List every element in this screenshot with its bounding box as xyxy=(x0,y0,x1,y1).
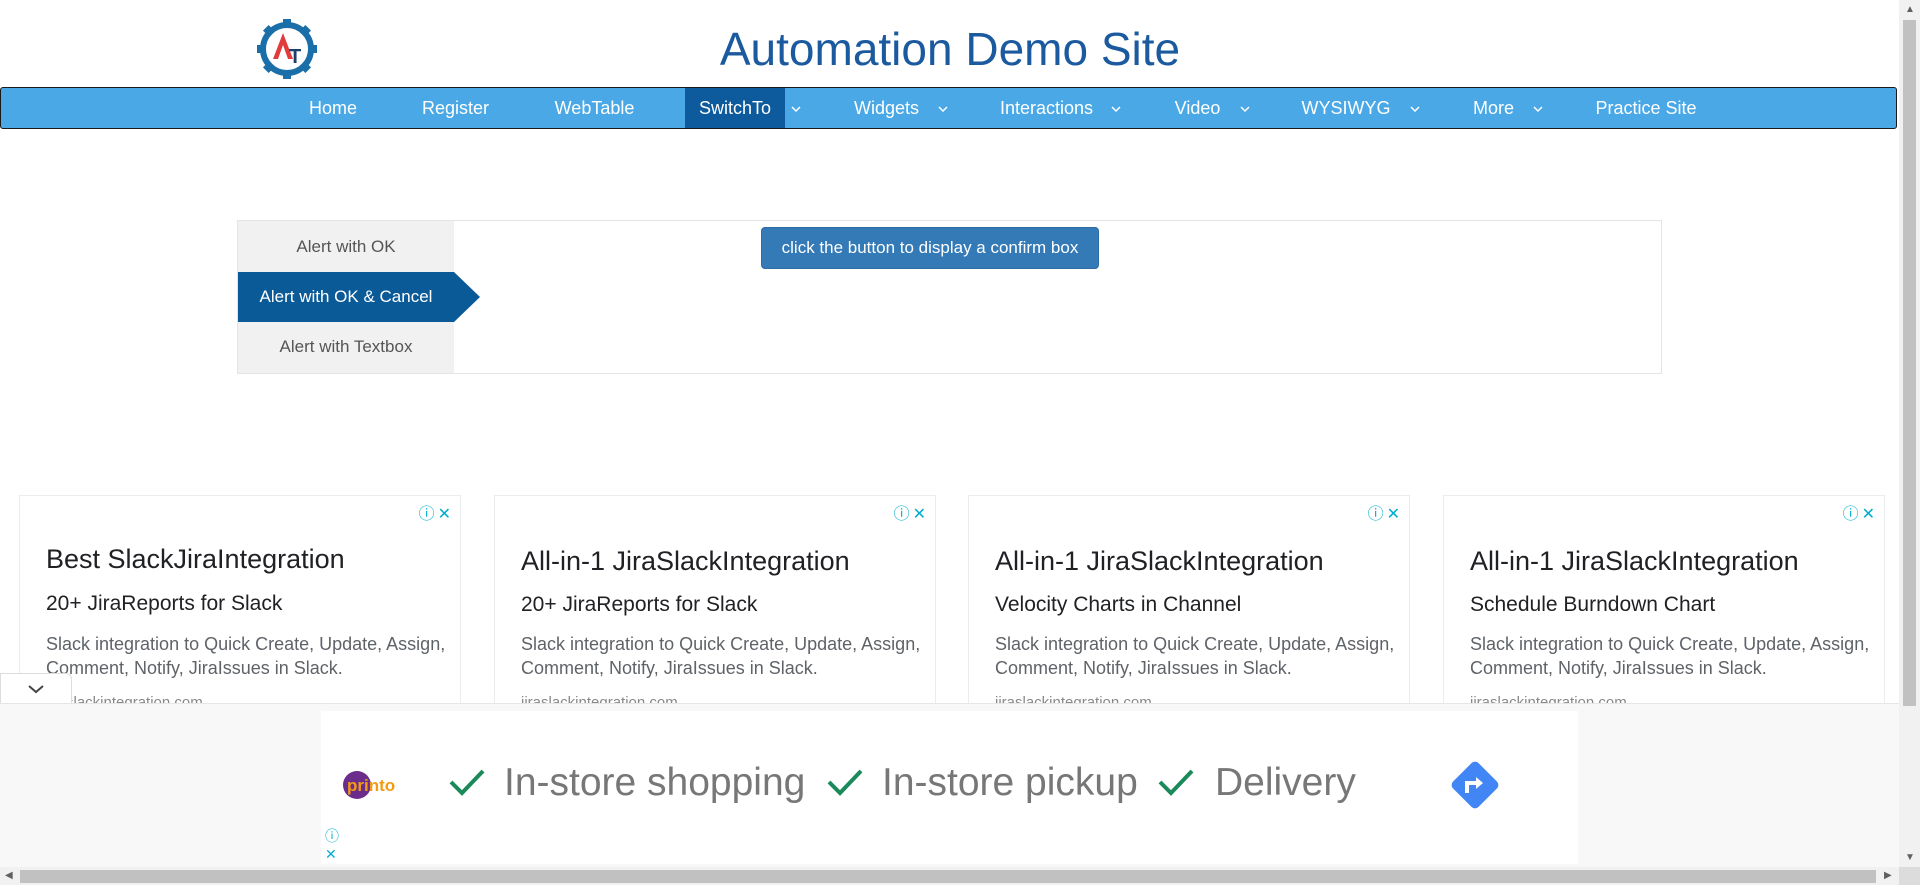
ad-subtitle: 20+ JiraReports for Slack xyxy=(46,592,283,615)
banner-feature: In-store shopping xyxy=(504,761,806,804)
banner-feature: In-store pickup xyxy=(882,761,1138,804)
chevron-down-icon xyxy=(28,685,44,694)
active-tab-arrow xyxy=(454,272,480,322)
ad-card[interactable]: ⓘ✕ All-in-1 JiraSlackIntegration Velocit… xyxy=(968,495,1410,705)
tab-alert-ok-cancel[interactable]: Alert with OK & Cancel xyxy=(238,272,454,322)
banner-feature: Delivery xyxy=(1215,761,1356,804)
ad-title[interactable]: All-in-1 JiraSlackIntegration xyxy=(521,546,850,577)
site-title: Automation Demo Site xyxy=(719,23,1181,75)
nav-switchto[interactable]: SwitchTo xyxy=(685,88,785,128)
chevron-down-icon[interactable] xyxy=(1235,88,1255,128)
ad-choices-icon[interactable]: ⓘ✕ xyxy=(894,500,929,524)
ad-subtitle: Velocity Charts in Channel xyxy=(995,593,1242,616)
ad-choices-icon[interactable]: ⓘ✕ xyxy=(1843,500,1878,524)
check-icon xyxy=(449,769,485,796)
nav-webtable[interactable]: WebTable xyxy=(537,88,652,128)
ad-title[interactable]: Best SlackJiraIntegration xyxy=(46,544,345,575)
nav-home[interactable]: Home xyxy=(289,88,377,128)
chevron-down-icon[interactable] xyxy=(1106,88,1126,128)
nav-video[interactable]: Video xyxy=(1161,88,1234,128)
chevron-down-icon[interactable] xyxy=(933,88,953,128)
ad-description: Slack integration to Quick Create, Updat… xyxy=(521,634,921,678)
ad-choices-icon[interactable]: ⓘ✕ xyxy=(1368,500,1403,524)
ad-info-icon[interactable]: ⓘ ✕ xyxy=(325,827,339,863)
scroll-down-icon[interactable]: ▼ xyxy=(1905,852,1915,863)
ad-card[interactable]: ⓘ✕ Best SlackJiraIntegration 20+ JiraRep… xyxy=(19,495,461,705)
ad-description: Slack integration to Quick Create, Updat… xyxy=(1470,634,1870,678)
check-icon xyxy=(1158,769,1194,796)
nav-wysiwyg[interactable]: WYSIWYG xyxy=(1291,88,1401,128)
ad-choices-icon[interactable]: ⓘ✕ xyxy=(419,500,454,524)
collapse-ad-button[interactable] xyxy=(0,673,72,703)
nav-widgets[interactable]: Widgets xyxy=(839,88,934,128)
ad-card[interactable]: ⓘ✕ All-in-1 JiraSlackIntegration 20+ Jir… xyxy=(494,495,936,705)
ad-title[interactable]: All-in-1 JiraSlackIntegration xyxy=(995,546,1324,577)
chevron-down-icon[interactable] xyxy=(1528,88,1548,128)
ad-description: Slack integration to Quick Create, Updat… xyxy=(995,634,1395,678)
tab-alert-textbox[interactable]: Alert with Textbox xyxy=(238,322,454,372)
scroll-up-icon[interactable]: ▲ xyxy=(1905,4,1915,15)
main-navbar: Home Register WebTable SwitchTo Widgets … xyxy=(0,87,1897,129)
printo-logo-icon: printo xyxy=(343,771,395,799)
svg-text:printo: printo xyxy=(347,776,395,795)
confirm-box-button[interactable]: click the button to display a confirm bo… xyxy=(761,227,1099,269)
directions-icon[interactable] xyxy=(1445,755,1505,815)
vertical-scroll-thumb[interactable] xyxy=(1903,20,1916,706)
scrollbar-corner xyxy=(1899,867,1920,885)
scroll-right-icon[interactable]: ▶ xyxy=(1884,870,1892,881)
ad-card[interactable]: ⓘ✕ All-in-1 JiraSlackIntegration Schedul… xyxy=(1443,495,1885,705)
nav-more[interactable]: More xyxy=(1461,88,1526,128)
ad-subtitle: Schedule Burndown Chart xyxy=(1470,593,1716,616)
ad-subtitle: 20+ JiraReports for Slack xyxy=(521,593,758,616)
nav-practice-site[interactable]: Practice Site xyxy=(1586,88,1706,128)
scroll-left-icon[interactable]: ◀ xyxy=(5,870,13,881)
chevron-down-icon[interactable] xyxy=(786,88,806,128)
ad-description: Slack integration to Quick Create, Updat… xyxy=(46,634,446,678)
anchor-ad-banner[interactable]: printo In-store shopping In-store pickup… xyxy=(321,711,1578,864)
nav-register[interactable]: Register xyxy=(403,88,508,128)
nav-interactions[interactable]: Interactions xyxy=(989,88,1104,128)
check-icon xyxy=(827,769,863,796)
ad-title[interactable]: All-in-1 JiraSlackIntegration xyxy=(1470,546,1799,577)
chevron-down-icon[interactable] xyxy=(1405,88,1425,128)
tab-alert-ok[interactable]: Alert with OK xyxy=(238,222,454,272)
horizontal-scroll-thumb[interactable] xyxy=(20,870,1876,883)
